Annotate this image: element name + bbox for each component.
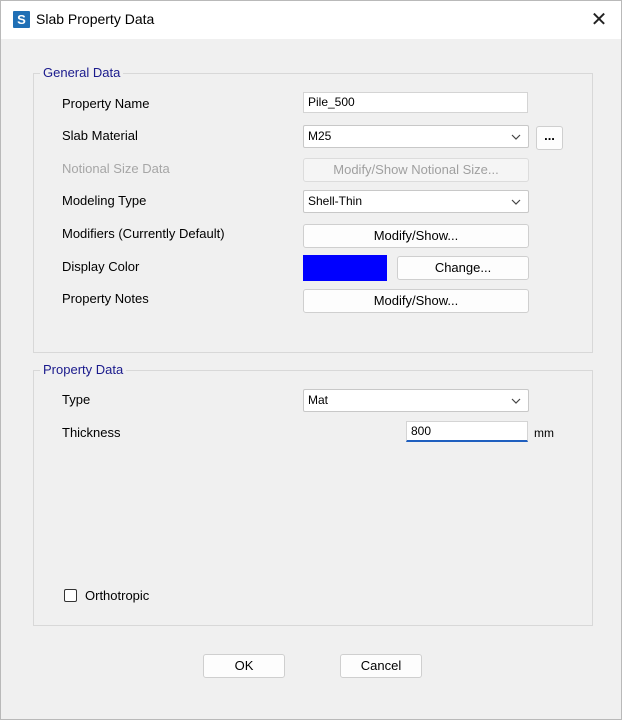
type-select[interactable]: Mat <box>303 389 529 412</box>
chevron-down-icon <box>511 199 521 205</box>
type-value: Mat <box>308 393 329 407</box>
chevron-down-icon <box>511 398 521 404</box>
orthotropic-checkbox[interactable] <box>64 589 77 602</box>
modeling-type-value: Shell-Thin <box>308 194 363 208</box>
property-data-title: Property Data <box>40 362 127 377</box>
app-icon: S <box>13 11 30 28</box>
slab-material-select[interactable]: M25 <box>303 125 529 148</box>
slab-material-more-button[interactable]: ... <box>536 126 563 150</box>
modeling-type-select[interactable]: Shell-Thin <box>303 190 529 213</box>
display-color-label: Display Color <box>62 259 140 274</box>
property-name-input[interactable]: Pile_500 <box>303 92 528 113</box>
notional-size-label: Notional Size Data <box>62 161 170 176</box>
thickness-unit: mm <box>534 426 554 440</box>
modifiers-label: Modifiers (Currently Default) <box>62 226 225 241</box>
property-notes-label: Property Notes <box>62 291 149 306</box>
cancel-button[interactable]: Cancel <box>340 654 422 678</box>
slab-material-label: Slab Material <box>62 128 138 143</box>
notional-size-button[interactable]: Modify/Show Notional Size... <box>303 158 529 182</box>
title-bar: S Slab Property Data ✕ <box>1 1 621 39</box>
change-color-button[interactable]: Change... <box>397 256 529 280</box>
close-icon[interactable]: ✕ <box>585 6 613 34</box>
slab-material-value: M25 <box>308 129 332 143</box>
chevron-down-icon <box>511 134 521 140</box>
orthotropic-label: Orthotropic <box>85 588 150 603</box>
window-title: Slab Property Data <box>36 11 155 27</box>
type-label: Type <box>62 392 91 407</box>
display-color-swatch[interactable] <box>303 255 387 281</box>
modifiers-button[interactable]: Modify/Show... <box>303 224 529 248</box>
dialog-window: S Slab Property Data ✕ General Data Prop… <box>0 0 622 720</box>
general-data-title: General Data <box>40 65 124 80</box>
thickness-label: Thickness <box>62 425 121 440</box>
property-notes-button[interactable]: Modify/Show... <box>303 289 529 313</box>
modeling-type-label: Modeling Type <box>62 193 147 208</box>
thickness-input[interactable]: 800 <box>406 421 528 442</box>
property-name-label: Property Name <box>62 96 150 111</box>
ok-button[interactable]: OK <box>203 654 285 678</box>
